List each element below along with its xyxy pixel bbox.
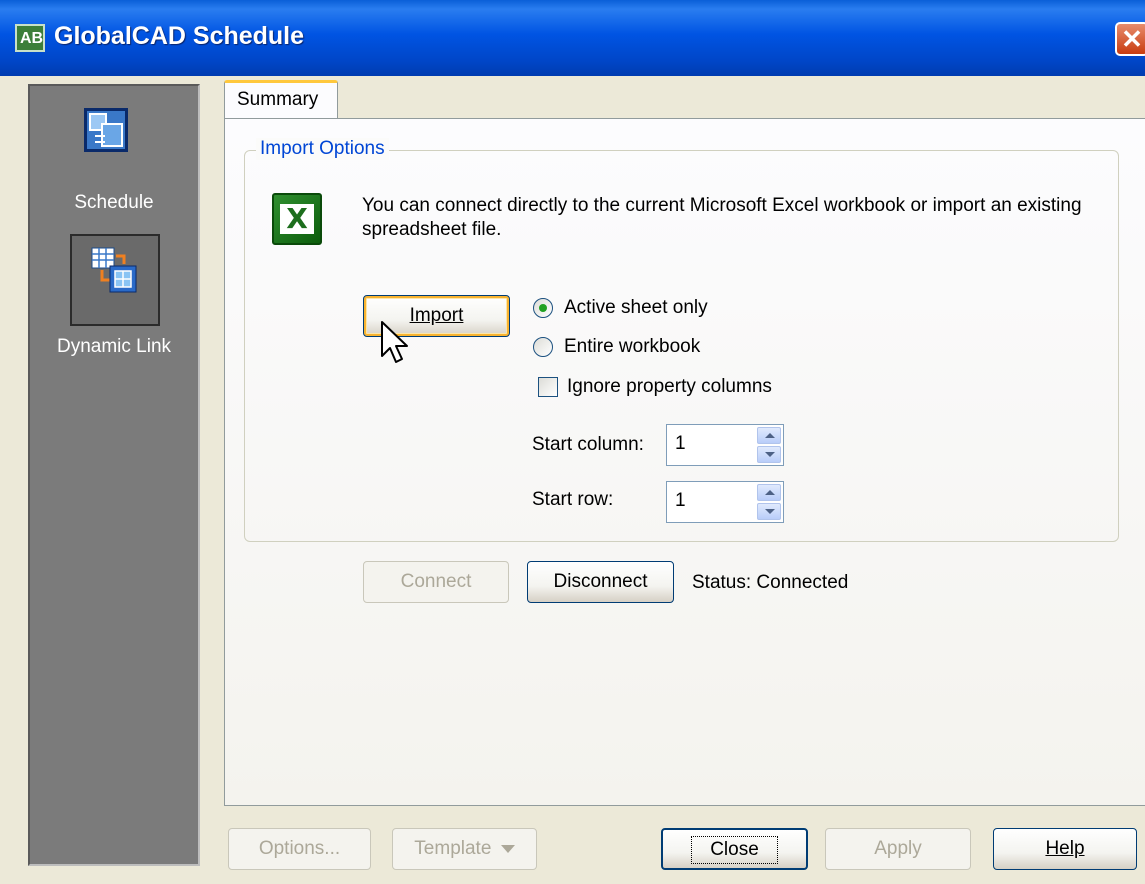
start-column-label: Start column: xyxy=(532,434,644,455)
start-row-stepper[interactable]: 1 xyxy=(666,481,784,523)
start-row-label: Start row: xyxy=(532,489,614,510)
spin-up-icon[interactable] xyxy=(757,427,781,444)
schedule-icon xyxy=(84,108,128,152)
ignore-property-columns-label[interactable]: Ignore property columns xyxy=(567,376,772,398)
connect-button[interactable]: Connect xyxy=(363,561,509,603)
spin-up-icon[interactable] xyxy=(757,484,781,501)
sidebar: Schedule Dynamic Link xyxy=(28,84,200,866)
start-column-stepper[interactable]: 1 xyxy=(666,424,784,466)
sidebar-item-label: Dynamic Link xyxy=(56,336,172,357)
start-column-value[interactable]: 1 xyxy=(675,433,686,454)
group-title: Import Options xyxy=(256,138,389,160)
excel-icon: X xyxy=(272,193,322,245)
spin-down-icon[interactable] xyxy=(757,503,781,520)
window-close-button[interactable]: ✕ xyxy=(1115,22,1145,56)
import-description: You can connect directly to the current … xyxy=(362,195,1082,240)
mouse-cursor-icon xyxy=(381,321,408,363)
import-button-label: Import xyxy=(409,305,464,326)
start-column-spin-buttons xyxy=(757,427,781,463)
spin-down-icon[interactable] xyxy=(757,446,781,463)
apply-button[interactable]: Apply xyxy=(825,828,971,870)
active-sheet-radio[interactable] xyxy=(533,298,553,318)
title-bar[interactable]: AB GlobalCAD Schedule ✕ xyxy=(0,0,1145,76)
entire-workbook-radio[interactable] xyxy=(533,337,553,357)
dropdown-arrow-icon xyxy=(500,844,515,853)
start-row-spin-buttons xyxy=(757,484,781,520)
dynamic-link-icon xyxy=(91,247,137,293)
app-icon: AB xyxy=(15,24,45,52)
help-button-label: Help xyxy=(1045,838,1085,859)
ignore-property-columns-checkbox[interactable] xyxy=(538,377,558,397)
window-title: GlobalCAD Schedule xyxy=(54,22,305,50)
disconnect-button[interactable]: Disconnect xyxy=(527,561,674,603)
entire-workbook-label[interactable]: Entire workbook xyxy=(564,336,700,358)
close-button-label: Close xyxy=(691,836,778,864)
help-button[interactable]: Help xyxy=(993,828,1137,870)
active-sheet-label[interactable]: Active sheet only xyxy=(564,297,708,319)
sidebar-item-label: Schedule xyxy=(74,192,154,213)
close-button[interactable]: Close xyxy=(661,828,808,870)
template-button-label: Template xyxy=(414,838,492,859)
connection-status: Status: Connected xyxy=(692,572,849,593)
tab-summary[interactable]: Summary xyxy=(224,80,338,120)
template-button[interactable]: Template xyxy=(392,828,537,870)
options-button[interactable]: Options... xyxy=(228,828,371,870)
start-row-value[interactable]: 1 xyxy=(675,490,686,511)
